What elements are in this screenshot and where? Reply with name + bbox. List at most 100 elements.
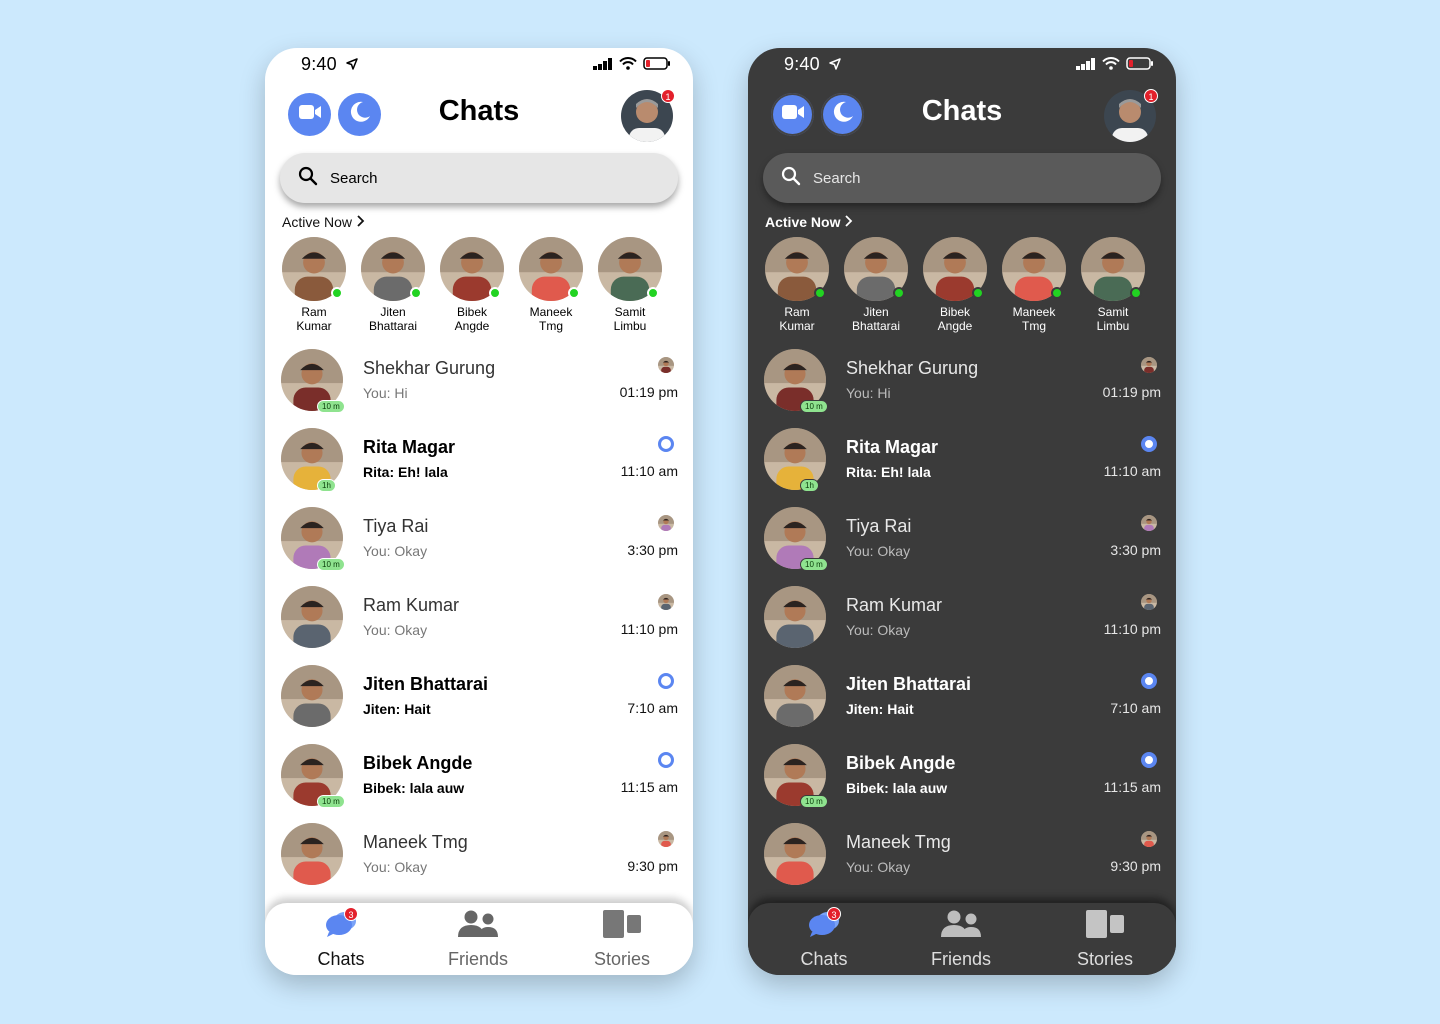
signal-icon [593, 57, 613, 75]
chat-last-message: Jiten: Hait [363, 701, 431, 717]
chat-name: Jiten Bhattarai [846, 674, 972, 694]
status-time: 9:40 [301, 54, 358, 75]
chat-timestamp: 7:10 am [1110, 700, 1161, 716]
search-input[interactable]: Search [330, 170, 378, 187]
first-name: Jiten [863, 305, 889, 319]
search-bar[interactable]: Search [763, 153, 1161, 203]
chat-list-item[interactable]: 10 m Bibek Angde Bibek: lala auw 11:15 a… [281, 744, 678, 810]
active-now-item[interactable]: Samit Limbu [597, 237, 663, 333]
active-now-name: Bibek Angde [439, 305, 505, 333]
last-name: Kumar [779, 319, 815, 333]
tab-stories-label: Stories [1076, 949, 1134, 969]
chat-timestamp: 3:30 pm [627, 542, 678, 558]
avatar [361, 237, 425, 301]
chevron-right-icon [844, 214, 853, 230]
tab-friends[interactable]: Friends [423, 910, 533, 970]
tab-stories[interactable]: Stories [1050, 910, 1160, 970]
chat-last-message: You: Okay [363, 622, 428, 638]
chat-last-message: Rita: Eh! lala [846, 464, 931, 480]
tab-chats[interactable]: 3 Chats [286, 907, 396, 970]
chat-name: Bibek Angde [363, 753, 473, 773]
avatar [764, 586, 826, 648]
last-active-badge: 10 m [800, 795, 828, 808]
chat-list-item[interactable]: Maneek Tmg You: Okay 9:30 pm [281, 823, 678, 889]
seen-avatar-icon [658, 357, 674, 373]
last-active-badge: 1h [317, 479, 336, 492]
chat-list-item[interactable]: 10 m Tiya Rai You: Okay 3:30 pm [281, 507, 678, 573]
search-input[interactable]: Search [813, 170, 861, 187]
last-name: Angde [937, 319, 973, 333]
avatar [923, 237, 987, 301]
search-icon [298, 166, 318, 191]
tab-friends[interactable]: Friends [906, 910, 1016, 970]
chat-list-item[interactable]: 10 m Shekhar Gurung You: Hi 01:19 pm [764, 349, 1161, 415]
tab-chats-label: Chats [317, 949, 365, 969]
chat-last-message: Jiten: Hait [846, 701, 914, 717]
active-now-item[interactable]: Samit Limbu [1080, 237, 1146, 333]
active-now-item[interactable]: Ram Kumar [764, 237, 830, 333]
chat-last-message: Bibek: lala auw [363, 780, 465, 796]
location-arrow-icon [829, 54, 841, 75]
stories-icon [602, 910, 642, 943]
profile-avatar-button[interactable]: 1 [1104, 89, 1158, 142]
chat-name: Tiya Rai [363, 516, 429, 536]
active-now-item[interactable]: Bibek Angde [439, 237, 505, 333]
last-active-badge: 10 m [317, 558, 345, 571]
seen-avatar-icon [1141, 515, 1157, 531]
active-now-item[interactable]: Bibek Angde [922, 237, 988, 333]
active-now-item[interactable]: Maneek Tmg [1001, 237, 1067, 333]
status-icons [1076, 57, 1154, 75]
online-indicator [489, 287, 501, 299]
chat-name: Bibek Angde [846, 753, 956, 773]
phone-dark-mode: 9:40 Chats 1 Search Active Now Ram Kumar… [748, 48, 1176, 975]
avatar [764, 823, 826, 885]
unread-indicator-icon [658, 673, 674, 689]
chat-timestamp: 11:10 am [620, 463, 678, 479]
chat-timestamp: 01:19 pm [619, 384, 678, 400]
tab-chats[interactable]: 3 Chats [769, 907, 879, 970]
notification-badge: 1 [1144, 89, 1158, 103]
chat-list-item[interactable]: Maneek Tmg You: Okay 9:30 pm [764, 823, 1161, 889]
seen-avatar-icon [1141, 357, 1157, 373]
profile-avatar-button[interactable]: 1 [621, 89, 675, 142]
avatar [1081, 237, 1145, 301]
last-name: Limbu [1096, 319, 1130, 333]
avatar: 10 m [281, 349, 345, 413]
chat-list-item[interactable]: Ram Kumar You: Okay 11:10 pm [281, 586, 678, 652]
online-indicator [410, 287, 422, 299]
chat-list-item[interactable]: 10 m Bibek Angde Bibek: lala auw 11:15 a… [764, 744, 1161, 810]
active-now-name: Ram Kumar [281, 305, 347, 333]
chat-list-item[interactable]: 10 m Shekhar Gurung You: Hi 01:19 pm [281, 349, 678, 415]
chat-list-item[interactable]: Ram Kumar You: Okay 11:10 pm [764, 586, 1161, 652]
chat-list-item[interactable]: 10 m Tiya Rai You: Okay 3:30 pm [764, 507, 1161, 573]
active-now-link[interactable]: Active Now [765, 214, 853, 230]
chat-timestamp: 7:10 am [627, 700, 678, 716]
chat-list-item[interactable]: 1h Rita Magar Rita: Eh! lala 11:10 am [764, 428, 1161, 494]
tab-friends-label: Friends [930, 949, 992, 969]
avatar [598, 237, 662, 301]
first-name: Ram [784, 305, 810, 319]
chat-list-item[interactable]: 1h Rita Magar Rita: Eh! lala 11:10 am [281, 428, 678, 494]
active-now-item[interactable]: Maneek Tmg [518, 237, 584, 333]
chat-timestamp: 01:19 pm [1102, 384, 1161, 400]
active-now-item[interactable]: Jiten Bhattarai [360, 237, 426, 333]
search-bar[interactable]: Search [280, 153, 678, 203]
chat-name: Jiten Bhattarai [363, 674, 489, 694]
chat-timestamp: 3:30 pm [1110, 542, 1161, 558]
unread-indicator-icon [1141, 673, 1157, 689]
chat-last-message: Rita: Eh! lala [363, 464, 448, 480]
online-indicator [1130, 287, 1142, 299]
unread-indicator-icon [658, 752, 674, 768]
active-now-item[interactable]: Ram Kumar [281, 237, 347, 333]
online-indicator [893, 287, 905, 299]
unread-indicator-icon [1141, 752, 1157, 768]
chat-list-item[interactable]: Jiten Bhattarai Jiten: Hait 7:10 am [281, 665, 678, 731]
tab-stories[interactable]: Stories [567, 910, 677, 970]
tab-friends-label: Friends [447, 949, 509, 969]
last-active-badge: 10 m [800, 400, 828, 413]
last-active-badge: 1h [800, 479, 819, 492]
active-now-item[interactable]: Jiten Bhattarai [843, 237, 909, 333]
active-now-link[interactable]: Active Now [282, 214, 365, 230]
signal-icon [1076, 57, 1096, 75]
chat-list-item[interactable]: Jiten Bhattarai Jiten: Hait 7:10 am [764, 665, 1161, 731]
